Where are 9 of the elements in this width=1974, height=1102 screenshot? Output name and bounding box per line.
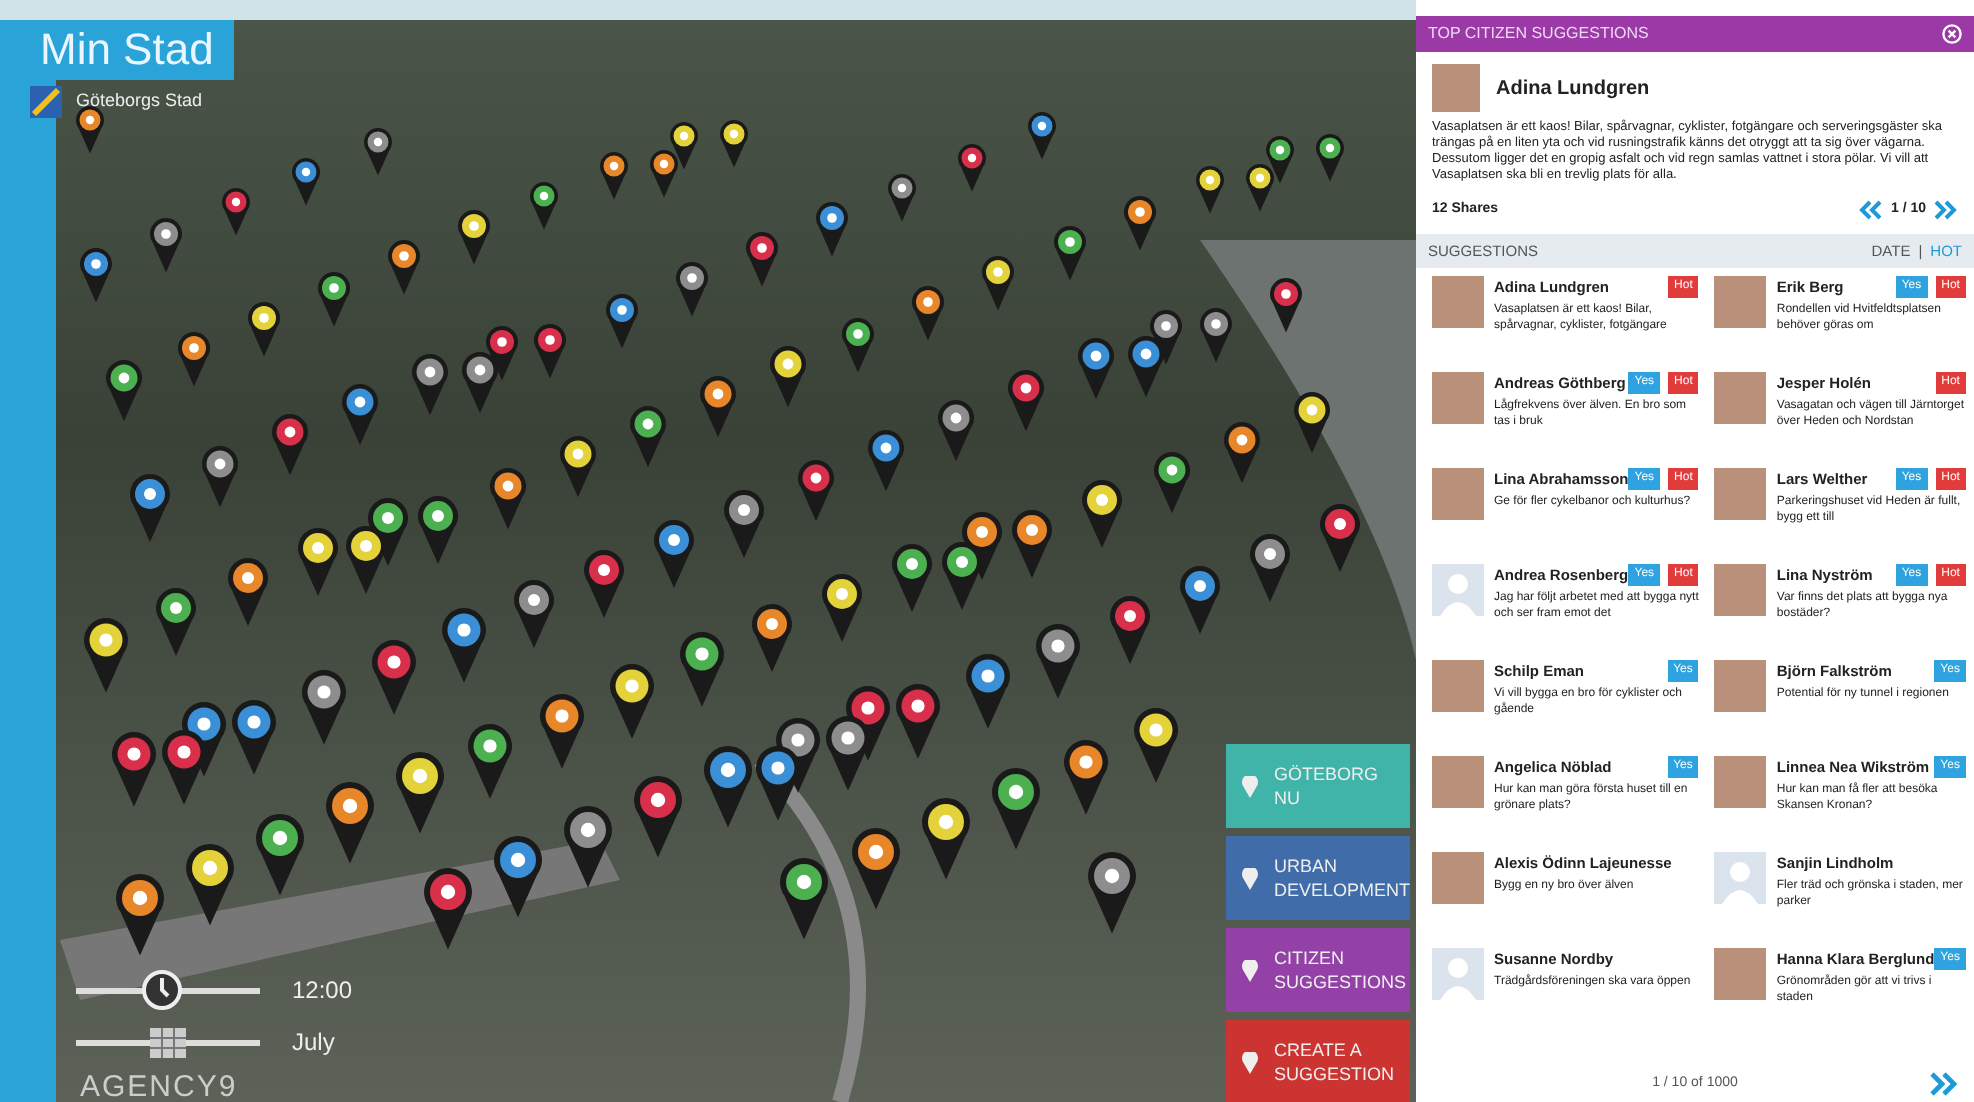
author-name: Adina Lundgren [1496, 75, 1650, 103]
category-button[interactable]: CITIZEN SUGGESTIONS [1226, 928, 1410, 1012]
category-button[interactable]: URBAN DEVELOPMENT [1226, 836, 1410, 920]
city-name: Göteborgs Stad [76, 88, 203, 115]
category-button[interactable]: CREATE A SUGGESTION [1226, 1020, 1410, 1102]
brand-logo: AGENCY9 [80, 1074, 238, 1102]
slider-value: July [292, 1026, 335, 1060]
panel-title: TOP CITIZEN SUGGESTIONS [1428, 22, 1649, 46]
slider-value: 12:00 [292, 974, 353, 1008]
